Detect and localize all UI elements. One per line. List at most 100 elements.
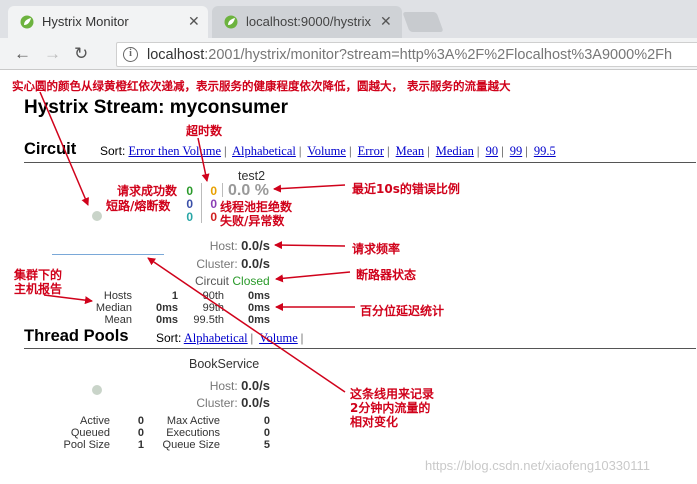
url-text: localhost:2001/hystrix/monitor?stream=ht… — [147, 47, 672, 63]
host-rate-value: 0.0/s — [241, 238, 270, 253]
cluster-rate-value: 0.0/s — [241, 395, 270, 410]
info-icon[interactable]: i — [123, 47, 138, 62]
annotation-line-3: 相对变化 — [350, 415, 399, 429]
annotation-host-report-2: 主机报告 — [14, 282, 63, 296]
traffic-sparkline — [52, 254, 164, 255]
p99-5-label: 99.5th — [193, 314, 224, 326]
cluster-label: Cluster: — [196, 396, 238, 410]
queue-size-value: 5 — [263, 439, 270, 451]
host-rate-value: 0.0/s — [241, 378, 270, 393]
p99-value: 0ms — [247, 302, 270, 314]
sort-99[interactable]: 99 — [510, 144, 523, 158]
short-circuited-count: 0 — [186, 197, 193, 211]
host-label: Host: — [209, 379, 238, 393]
pool-size-label: Pool Size — [63, 439, 110, 451]
annotation-timeout: 超时数 — [186, 124, 223, 138]
arrow-to-breaker — [275, 271, 351, 283]
thread-pool-name: BookService — [189, 357, 260, 371]
bad-request-count: 0 — [186, 210, 193, 224]
cluster-label: Cluster: — [196, 257, 238, 271]
median-label: Median — [95, 302, 132, 314]
p90-label: 90th — [202, 290, 224, 302]
sort-90[interactable]: 90 — [486, 144, 499, 158]
median-value: 0ms — [155, 302, 178, 314]
tab-hystrix-monitor[interactable]: Hystrix Monitor ✕ — [8, 6, 208, 38]
spring-leaf-icon — [224, 15, 238, 29]
rejected-count: 0 — [210, 197, 217, 211]
circuit-divider — [24, 162, 696, 163]
annotation-breaker-status: 断路器状态 — [356, 268, 417, 282]
tab-strip: Hystrix Monitor ✕ localhost:9000/hystrix… — [0, 0, 697, 38]
thread-pools-heading: Thread Pools — [24, 327, 129, 345]
close-tab-icon[interactable]: ✕ — [380, 13, 392, 30]
url-host: localhost — [147, 47, 205, 63]
pct-separator — [222, 183, 223, 197]
mean-label: Mean — [104, 314, 132, 326]
sort-99-5[interactable]: 99.5 — [534, 144, 556, 158]
host-label: Host: — [209, 239, 238, 253]
tab-title: Hystrix Monitor — [42, 14, 129, 29]
thread-pools-sort-bar: Sort: Alphabetical | Volume | — [156, 331, 304, 345]
circuit-label: Circuit — [195, 274, 230, 288]
spring-leaf-icon — [20, 15, 34, 29]
pool-size-value: 1 — [137, 439, 144, 451]
circuit-heading: Circuit — [24, 140, 77, 158]
sort-label: Sort: — [156, 331, 182, 345]
circuit-health-circle — [92, 211, 102, 221]
arrow-to-error-pct — [273, 184, 346, 193]
hosts-value: 1 — [171, 290, 178, 302]
count-separator — [201, 183, 202, 223]
max-active-label: Max Active — [166, 415, 220, 427]
reload-icon[interactable]: ↻ — [74, 44, 88, 64]
thread-pool-health-circle — [92, 385, 102, 395]
sort-error-then-volume[interactable]: Error then Volume — [128, 144, 221, 158]
p90-value: 0ms — [247, 290, 270, 302]
hosts-label: Hosts — [103, 290, 132, 302]
cluster-rate: Cluster: 0.0/s — [170, 256, 270, 271]
sort-mean[interactable]: Mean — [396, 144, 424, 158]
thread-pools-divider — [24, 348, 696, 349]
forward-arrow-icon[interactable]: → — [44, 44, 61, 64]
sort-label: Sort: — [100, 144, 126, 158]
executions-label: Executions — [166, 427, 220, 439]
annotation-circle-color: 实心圆的颜色从绿黄橙红依次递减，表示服务的健康程度依次降低，圆越大， 表示服务的… — [12, 79, 511, 93]
annotation-short-circuited: 短路/熔断数 — [106, 199, 171, 213]
sort-alphabetical[interactable]: Alphabetical — [184, 331, 248, 345]
queued-value: 0 — [137, 427, 144, 439]
pool-host-rate: Host: 0.0/s — [170, 378, 270, 393]
sort-volume[interactable]: Volume — [259, 331, 298, 345]
sort-volume[interactable]: Volume — [307, 144, 346, 158]
queue-size-label: Queue Size — [162, 439, 220, 451]
tab-title: localhost:9000/hystrix.s — [246, 14, 371, 29]
sort-error[interactable]: Error — [358, 144, 384, 158]
queued-label: Queued — [70, 427, 110, 439]
annotation-latency: 百分位延迟统计 — [360, 304, 445, 318]
watermark: https://blog.csdn.net/xiaofeng10330111 — [425, 458, 651, 473]
cluster-rate-value: 0.0/s — [241, 256, 270, 271]
host-rate: Host: 0.0/s — [170, 238, 270, 253]
arrow-to-host-rate — [274, 241, 346, 250]
annotation-error-pct: 最近10s的错误比例 — [352, 182, 460, 196]
circuit-status-value: Closed — [232, 274, 270, 288]
success-count: 0 — [186, 184, 193, 198]
timeout-count: 0 — [210, 184, 217, 198]
sort-alphabetical[interactable]: Alphabetical — [232, 144, 296, 158]
address-bar[interactable]: i localhost:2001/hystrix/monitor?stream=… — [116, 42, 697, 67]
mean-value: 0ms — [155, 314, 178, 326]
p99-5-value: 0ms — [247, 314, 270, 326]
max-active-value: 0 — [263, 415, 270, 427]
close-tab-icon[interactable]: ✕ — [188, 13, 200, 30]
sort-median[interactable]: Median — [436, 144, 474, 158]
back-arrow-icon[interactable]: ← — [14, 44, 31, 64]
annotation-arrows — [39, 91, 355, 393]
circuit-sort-bar: Sort: Error then Volume | Alphabetical | V… — [100, 144, 556, 158]
active-value: 0 — [137, 415, 144, 427]
circuit-status: Circuit Closed — [195, 274, 270, 288]
tab-localhost-9000[interactable]: localhost:9000/hystrix.s ✕ — [212, 6, 402, 38]
pool-cluster-rate: Cluster: 0.0/s — [170, 395, 270, 410]
new-tab-button[interactable] — [402, 12, 444, 32]
active-label: Active — [80, 415, 110, 427]
browser-toolbar: ← → ↻ i localhost:2001/hystrix/monitor?s… — [0, 38, 697, 70]
annotation-request-rate: 请求频率 — [352, 242, 401, 256]
url-path: :2001/hystrix/monitor?stream=http%3A%2F%… — [204, 47, 673, 63]
